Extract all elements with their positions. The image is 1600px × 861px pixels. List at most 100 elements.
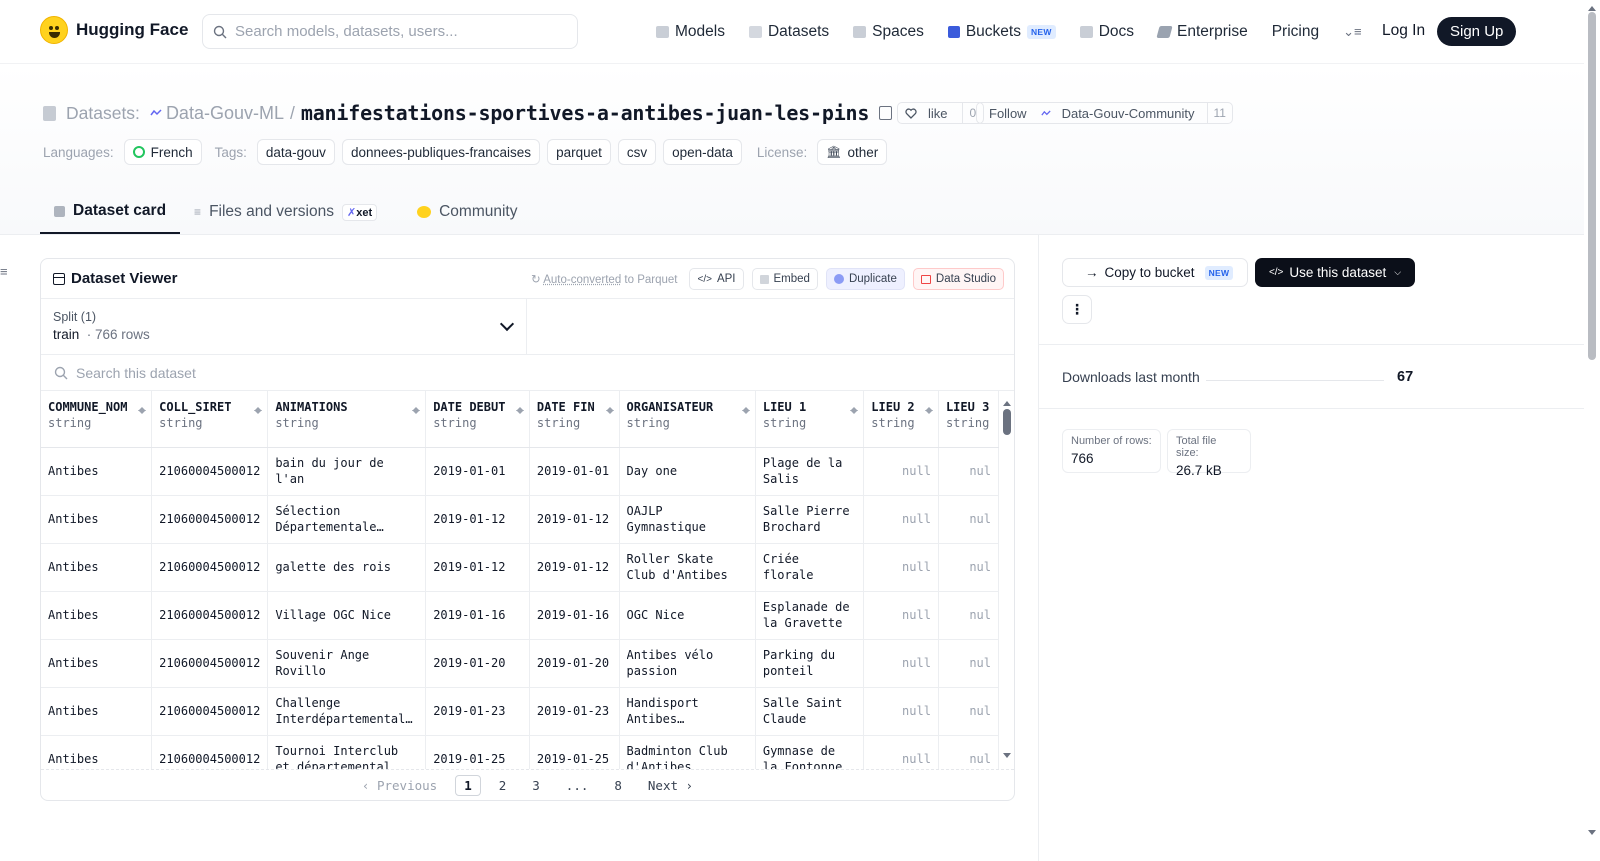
column-header[interactable]: LIEU 1 string xyxy=(755,391,865,448)
table-cell[interactable]: Badminton Club d'Antibes xyxy=(619,735,756,769)
table-cell[interactable]: 21060004500012 xyxy=(151,495,269,544)
nav-pricing[interactable]: Pricing xyxy=(1272,23,1319,41)
scroll-down-icon[interactable] xyxy=(1588,830,1596,839)
column-header[interactable]: COLL_SIRET string xyxy=(151,391,269,448)
table-cell[interactable]: Antibes xyxy=(41,543,153,592)
column-header[interactable]: DATE DEBUT string xyxy=(425,391,530,448)
table-cell[interactable]: 2019-01-25 xyxy=(529,735,620,769)
table-cell[interactable]: OAJLP Gymnastique xyxy=(619,495,756,544)
tab-dataset-card[interactable]: Dataset card xyxy=(40,190,181,234)
table-cell[interactable]: Parking du ponteil xyxy=(755,639,865,688)
table-cell[interactable]: 21060004500012 xyxy=(151,639,269,688)
table-cell[interactable]: 2019-01-25 xyxy=(425,735,530,769)
nav-models[interactable]: Models xyxy=(656,23,725,41)
table-cell[interactable]: Criée florale xyxy=(755,543,865,592)
table-cell[interactable]: bain du jour de l'an xyxy=(267,447,427,496)
login-link[interactable]: Log In xyxy=(1382,22,1425,40)
table-cell[interactable]: null xyxy=(863,687,939,736)
table-cell[interactable]: nul xyxy=(938,447,999,496)
nav-buckets[interactable]: Buckets NEW xyxy=(947,23,1056,41)
table-cell[interactable]: nul xyxy=(938,687,999,736)
table-cell[interactable]: 21060004500012 xyxy=(151,735,269,769)
table-cell[interactable]: Handisport Antibes… xyxy=(619,687,756,736)
page-2[interactable]: 2 xyxy=(491,776,515,795)
table-cell[interactable]: 21060004500012 xyxy=(151,687,269,736)
table-cell[interactable]: null xyxy=(863,495,939,544)
table-cell[interactable]: Antibes vélo passion xyxy=(619,639,756,688)
table-cell[interactable]: Antibes xyxy=(41,639,153,688)
table-cell[interactable]: null xyxy=(863,447,939,496)
scroll-up-icon[interactable] xyxy=(1003,397,1011,406)
scroll-up-icon[interactable] xyxy=(1588,2,1596,11)
brand-logo[interactable]: Hugging Face xyxy=(40,16,188,44)
page-3[interactable]: 3 xyxy=(524,776,548,795)
sort-icon[interactable] xyxy=(412,403,421,415)
page-scrollbar[interactable] xyxy=(1584,0,1600,861)
tag-data-gouv[interactable]: data-gouv xyxy=(256,139,335,165)
table-cell[interactable]: Esplanade de la Gravette xyxy=(755,591,865,640)
table-cell[interactable]: Antibes xyxy=(41,447,153,496)
table-cell[interactable]: 2019-01-23 xyxy=(425,687,530,736)
split-selector[interactable]: Split (1) train · 766 rows xyxy=(41,299,527,355)
table-cell[interactable]: Salle Pierre Brochard xyxy=(755,495,865,544)
tag-csv[interactable]: csv xyxy=(617,139,657,165)
sort-icon[interactable] xyxy=(741,403,750,415)
tag-parquet[interactable]: parquet xyxy=(547,139,611,165)
table-row[interactable]: Antibes 21060004500012 Tournoi Interclub e… xyxy=(41,735,999,769)
table-row[interactable]: Antibes 21060004500012 Village OGC Nice 201… xyxy=(41,591,999,640)
table-cell[interactable]: 21060004500012 xyxy=(151,591,269,640)
table-cell[interactable]: Day one xyxy=(619,447,756,496)
table-scrollbar[interactable] xyxy=(999,391,1014,769)
table-row[interactable]: Antibes 21060004500012 Souvenir Ange Rovil… xyxy=(41,639,999,688)
table-cell[interactable]: Antibes xyxy=(41,591,153,640)
table-cell[interactable]: 21060004500012 xyxy=(151,543,269,592)
table-cell[interactable]: 2019-01-12 xyxy=(425,543,530,592)
table-cell[interactable]: nul xyxy=(938,495,999,544)
table-cell[interactable]: 2019-01-23 xyxy=(529,687,620,736)
table-cell[interactable]: 2019-01-12 xyxy=(529,495,620,544)
nav-spaces[interactable]: Spaces xyxy=(853,23,924,41)
table-cell[interactable]: nul xyxy=(938,639,999,688)
sort-icon[interactable] xyxy=(850,403,859,415)
tab-community[interactable]: Community xyxy=(403,190,531,234)
copy-icon[interactable] xyxy=(879,106,893,120)
sort-icon[interactable] xyxy=(605,403,614,415)
tab-files[interactable]: ≡ Files and versions ✗xet xyxy=(180,190,391,234)
table-cell[interactable]: galette des rois xyxy=(267,543,427,592)
nav-docs[interactable]: Docs xyxy=(1079,23,1134,41)
follow-button[interactable]: Follow Data-Gouv-Community 11 xyxy=(976,102,1233,124)
table-cell[interactable]: 2019-01-12 xyxy=(529,543,620,592)
pagination-previous[interactable]: ‹ Previous xyxy=(354,776,445,795)
global-search-input[interactable] xyxy=(235,23,555,40)
pagination-next[interactable]: Next › xyxy=(640,776,701,795)
page-1[interactable]: 1 xyxy=(455,774,481,796)
nav-datasets[interactable]: Datasets xyxy=(748,23,829,41)
table-row[interactable]: Antibes 21060004500012 galette des rois 201… xyxy=(41,543,999,592)
sort-icon[interactable] xyxy=(254,403,263,415)
table-row[interactable]: Antibes 21060004500012 Sélection Départeme… xyxy=(41,495,999,544)
sort-icon[interactable] xyxy=(515,403,524,415)
table-cell[interactable]: Challenge Interdépartemental… xyxy=(267,687,427,736)
table-cell[interactable]: Antibes xyxy=(41,687,153,736)
column-header[interactable]: DATE FIN string xyxy=(529,391,620,448)
table-row[interactable]: Antibes 21060004500012 Challenge Interdépa… xyxy=(41,687,999,736)
table-cell[interactable]: null xyxy=(863,591,939,640)
column-header[interactable]: ANIMATIONS string xyxy=(267,391,427,448)
table-cell[interactable]: Village OGC Nice xyxy=(267,591,427,640)
sidebar-toggle-icon[interactable]: ≡ xyxy=(0,264,8,279)
table-cell[interactable]: 2019-01-16 xyxy=(529,591,620,640)
copy-to-bucket-button[interactable]: → Copy to bucket NEW xyxy=(1062,258,1248,287)
more-menu-icon[interactable]: ⌄≡ xyxy=(1343,24,1361,40)
signup-button[interactable]: Sign Up xyxy=(1437,17,1517,46)
table-cell[interactable]: 21060004500012 xyxy=(151,447,269,496)
dataset-search[interactable] xyxy=(41,355,1014,391)
license-tag[interactable]: 🏛 other xyxy=(817,139,888,165)
column-header[interactable]: LIEU 3 string xyxy=(938,391,999,448)
table-cell[interactable]: Plage de la Salis xyxy=(755,447,865,496)
use-dataset-button[interactable]: </> Use this dataset ⌵ xyxy=(1255,258,1415,287)
column-header[interactable]: LIEU 2 string xyxy=(863,391,939,448)
table-cell[interactable]: 2019-01-01 xyxy=(529,447,620,496)
global-search[interactable] xyxy=(202,14,578,49)
scroll-down-icon[interactable] xyxy=(1003,753,1011,762)
table-cell[interactable]: Souvenir Ange Rovillo xyxy=(267,639,427,688)
